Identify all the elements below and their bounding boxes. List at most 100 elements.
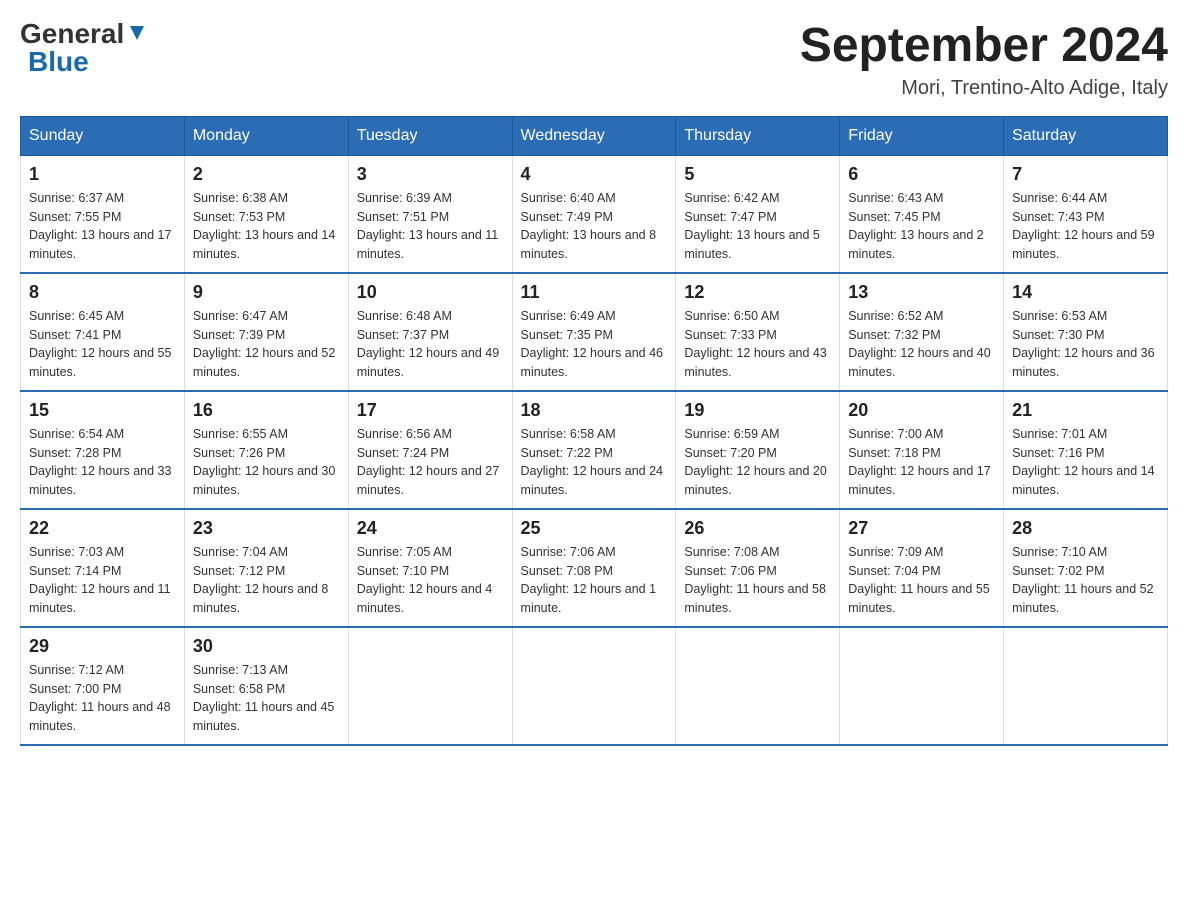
col-saturday: Saturday [1004, 116, 1168, 155]
day-info: Sunrise: 7:13 AM Sunset: 6:58 PM Dayligh… [193, 661, 340, 736]
day-info: Sunrise: 6:53 AM Sunset: 7:30 PM Dayligh… [1012, 307, 1159, 382]
table-row: 14 Sunrise: 6:53 AM Sunset: 7:30 PM Dayl… [1004, 273, 1168, 391]
calendar-row: 1 Sunrise: 6:37 AM Sunset: 7:55 PM Dayli… [21, 155, 1168, 273]
day-info: Sunrise: 7:06 AM Sunset: 7:08 PM Dayligh… [521, 543, 668, 618]
table-row: 25 Sunrise: 7:06 AM Sunset: 7:08 PM Dayl… [512, 509, 676, 627]
table-row: 18 Sunrise: 6:58 AM Sunset: 7:22 PM Dayl… [512, 391, 676, 509]
day-number: 12 [684, 282, 831, 303]
day-number: 29 [29, 636, 176, 657]
table-row: 23 Sunrise: 7:04 AM Sunset: 7:12 PM Dayl… [184, 509, 348, 627]
table-row: 17 Sunrise: 6:56 AM Sunset: 7:24 PM Dayl… [348, 391, 512, 509]
day-number: 20 [848, 400, 995, 421]
calendar-row: 29 Sunrise: 7:12 AM Sunset: 7:00 PM Dayl… [21, 627, 1168, 745]
day-number: 9 [193, 282, 340, 303]
day-info: Sunrise: 7:05 AM Sunset: 7:10 PM Dayligh… [357, 543, 504, 618]
table-row: 13 Sunrise: 6:52 AM Sunset: 7:32 PM Dayl… [840, 273, 1004, 391]
day-info: Sunrise: 6:39 AM Sunset: 7:51 PM Dayligh… [357, 189, 504, 264]
logo-triangle-icon [126, 22, 148, 44]
day-number: 14 [1012, 282, 1159, 303]
day-number: 7 [1012, 164, 1159, 185]
day-number: 22 [29, 518, 176, 539]
day-info: Sunrise: 6:48 AM Sunset: 7:37 PM Dayligh… [357, 307, 504, 382]
day-info: Sunrise: 7:01 AM Sunset: 7:16 PM Dayligh… [1012, 425, 1159, 500]
col-wednesday: Wednesday [512, 116, 676, 155]
day-number: 5 [684, 164, 831, 185]
day-number: 18 [521, 400, 668, 421]
day-info: Sunrise: 6:43 AM Sunset: 7:45 PM Dayligh… [848, 189, 995, 264]
table-row [840, 627, 1004, 745]
day-info: Sunrise: 6:59 AM Sunset: 7:20 PM Dayligh… [684, 425, 831, 500]
day-info: Sunrise: 6:42 AM Sunset: 7:47 PM Dayligh… [684, 189, 831, 264]
calendar-row: 8 Sunrise: 6:45 AM Sunset: 7:41 PM Dayli… [21, 273, 1168, 391]
day-number: 23 [193, 518, 340, 539]
day-number: 6 [848, 164, 995, 185]
day-info: Sunrise: 6:38 AM Sunset: 7:53 PM Dayligh… [193, 189, 340, 264]
day-number: 8 [29, 282, 176, 303]
table-row: 21 Sunrise: 7:01 AM Sunset: 7:16 PM Dayl… [1004, 391, 1168, 509]
table-row [348, 627, 512, 745]
day-info: Sunrise: 6:40 AM Sunset: 7:49 PM Dayligh… [521, 189, 668, 264]
day-info: Sunrise: 6:52 AM Sunset: 7:32 PM Dayligh… [848, 307, 995, 382]
day-info: Sunrise: 6:58 AM Sunset: 7:22 PM Dayligh… [521, 425, 668, 500]
day-number: 3 [357, 164, 504, 185]
day-info: Sunrise: 6:47 AM Sunset: 7:39 PM Dayligh… [193, 307, 340, 382]
day-info: Sunrise: 6:50 AM Sunset: 7:33 PM Dayligh… [684, 307, 831, 382]
month-title: September 2024 [800, 20, 1168, 73]
table-row [512, 627, 676, 745]
table-row: 22 Sunrise: 7:03 AM Sunset: 7:14 PM Dayl… [21, 509, 185, 627]
col-thursday: Thursday [676, 116, 840, 155]
calendar-header-row: Sunday Monday Tuesday Wednesday Thursday… [21, 116, 1168, 155]
page-header: General Blue September 2024 Mori, Trenti… [20, 20, 1168, 100]
day-info: Sunrise: 6:49 AM Sunset: 7:35 PM Dayligh… [521, 307, 668, 382]
day-info: Sunrise: 7:09 AM Sunset: 7:04 PM Dayligh… [848, 543, 995, 618]
day-number: 16 [193, 400, 340, 421]
day-info: Sunrise: 6:56 AM Sunset: 7:24 PM Dayligh… [357, 425, 504, 500]
day-info: Sunrise: 7:08 AM Sunset: 7:06 PM Dayligh… [684, 543, 831, 618]
table-row: 19 Sunrise: 6:59 AM Sunset: 7:20 PM Dayl… [676, 391, 840, 509]
day-number: 10 [357, 282, 504, 303]
day-info: Sunrise: 7:10 AM Sunset: 7:02 PM Dayligh… [1012, 543, 1159, 618]
table-row: 15 Sunrise: 6:54 AM Sunset: 7:28 PM Dayl… [21, 391, 185, 509]
table-row: 5 Sunrise: 6:42 AM Sunset: 7:47 PM Dayli… [676, 155, 840, 273]
logo-blue-text: Blue [28, 48, 89, 76]
table-row: 24 Sunrise: 7:05 AM Sunset: 7:10 PM Dayl… [348, 509, 512, 627]
table-row: 20 Sunrise: 7:00 AM Sunset: 7:18 PM Dayl… [840, 391, 1004, 509]
day-info: Sunrise: 6:45 AM Sunset: 7:41 PM Dayligh… [29, 307, 176, 382]
table-row [676, 627, 840, 745]
day-number: 26 [684, 518, 831, 539]
col-tuesday: Tuesday [348, 116, 512, 155]
table-row: 12 Sunrise: 6:50 AM Sunset: 7:33 PM Dayl… [676, 273, 840, 391]
day-info: Sunrise: 7:04 AM Sunset: 7:12 PM Dayligh… [193, 543, 340, 618]
day-info: Sunrise: 6:44 AM Sunset: 7:43 PM Dayligh… [1012, 189, 1159, 264]
day-number: 21 [1012, 400, 1159, 421]
day-number: 15 [29, 400, 176, 421]
table-row: 1 Sunrise: 6:37 AM Sunset: 7:55 PM Dayli… [21, 155, 185, 273]
col-monday: Monday [184, 116, 348, 155]
table-row: 29 Sunrise: 7:12 AM Sunset: 7:00 PM Dayl… [21, 627, 185, 745]
calendar-table: Sunday Monday Tuesday Wednesday Thursday… [20, 116, 1168, 746]
title-section: September 2024 Mori, Trentino-Alto Adige… [800, 20, 1168, 100]
day-info: Sunrise: 6:37 AM Sunset: 7:55 PM Dayligh… [29, 189, 176, 264]
day-number: 25 [521, 518, 668, 539]
table-row: 30 Sunrise: 7:13 AM Sunset: 6:58 PM Dayl… [184, 627, 348, 745]
day-info: Sunrise: 7:03 AM Sunset: 7:14 PM Dayligh… [29, 543, 176, 618]
col-friday: Friday [840, 116, 1004, 155]
table-row: 6 Sunrise: 6:43 AM Sunset: 7:45 PM Dayli… [840, 155, 1004, 273]
day-number: 4 [521, 164, 668, 185]
day-number: 1 [29, 164, 176, 185]
table-row: 26 Sunrise: 7:08 AM Sunset: 7:06 PM Dayl… [676, 509, 840, 627]
table-row: 4 Sunrise: 6:40 AM Sunset: 7:49 PM Dayli… [512, 155, 676, 273]
day-number: 17 [357, 400, 504, 421]
calendar-row: 15 Sunrise: 6:54 AM Sunset: 7:28 PM Dayl… [21, 391, 1168, 509]
day-number: 28 [1012, 518, 1159, 539]
table-row: 7 Sunrise: 6:44 AM Sunset: 7:43 PM Dayli… [1004, 155, 1168, 273]
table-row: 3 Sunrise: 6:39 AM Sunset: 7:51 PM Dayli… [348, 155, 512, 273]
table-row [1004, 627, 1168, 745]
logo-general-text: General [20, 20, 124, 48]
col-sunday: Sunday [21, 116, 185, 155]
calendar-row: 22 Sunrise: 7:03 AM Sunset: 7:14 PM Dayl… [21, 509, 1168, 627]
day-info: Sunrise: 6:55 AM Sunset: 7:26 PM Dayligh… [193, 425, 340, 500]
table-row: 10 Sunrise: 6:48 AM Sunset: 7:37 PM Dayl… [348, 273, 512, 391]
day-number: 24 [357, 518, 504, 539]
table-row: 27 Sunrise: 7:09 AM Sunset: 7:04 PM Dayl… [840, 509, 1004, 627]
